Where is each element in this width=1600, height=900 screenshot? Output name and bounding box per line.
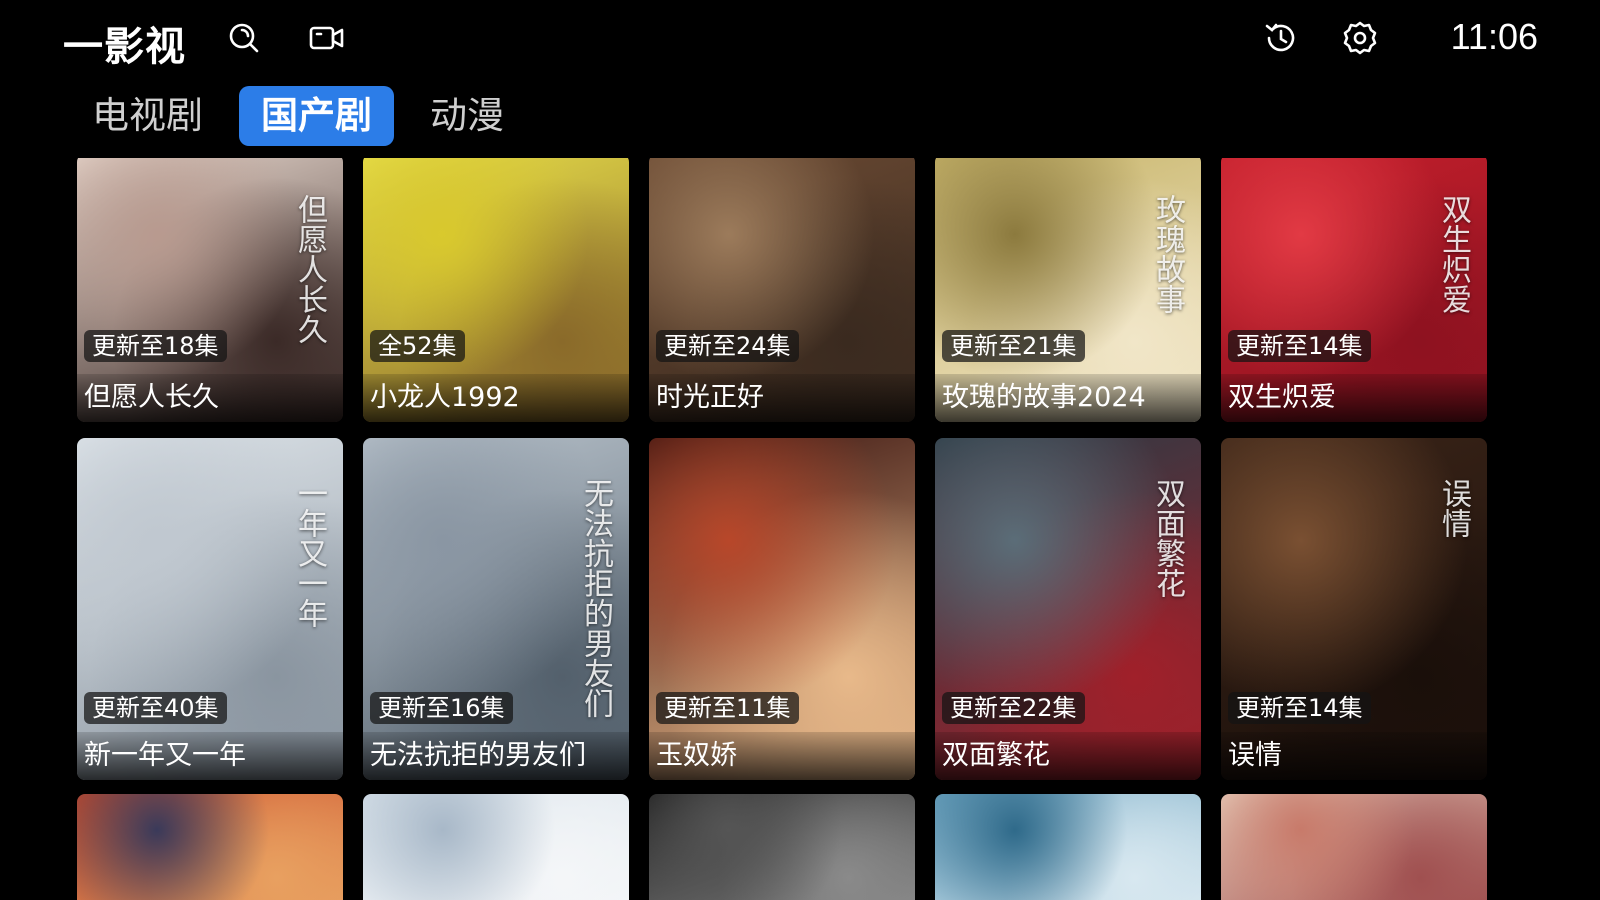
poster-title: 小龙人1992 [370, 382, 520, 413]
poster-image [363, 794, 629, 900]
episode-badge: 更新至40集 [84, 692, 227, 724]
episode-badge: 更新至16集 [370, 692, 513, 724]
poster-logo-text: 双生炽爱 [1436, 194, 1471, 314]
poster-title: 但愿人长久 [84, 382, 219, 413]
poster-image [1221, 794, 1487, 900]
poster-title: 无法抗拒的男友们 [370, 740, 586, 771]
poster-card[interactable]: 无法抗拒的男友们 更新至16集 无法抗拒的男友们 [363, 438, 629, 780]
poster-title: 双生炽爱 [1228, 382, 1336, 413]
poster-card[interactable]: 但愿人长久 更新至18集 但愿人长久 [77, 158, 343, 422]
poster-title: 玉奴娇 [656, 740, 737, 771]
episode-badge: 更新至21集 [942, 330, 1085, 362]
poster-image [77, 794, 343, 900]
poster-card[interactable] [363, 794, 629, 900]
episode-badge: 更新至11集 [656, 692, 799, 724]
poster-card[interactable]: 更新至11集 玉奴娇 [649, 438, 915, 780]
poster-card[interactable] [935, 794, 1201, 900]
poster-title: 双面繁花 [942, 740, 1050, 771]
episode-badge: 全52集 [370, 330, 465, 362]
poster-title: 玫瑰的故事2024 [942, 382, 1146, 413]
tab-tv-series[interactable]: 电视剧 [70, 86, 225, 146]
poster-card[interactable] [1221, 794, 1487, 900]
poster-image [649, 438, 915, 780]
episode-badge: 更新至14集 [1228, 692, 1371, 724]
poster-card[interactable]: 玫瑰故事更新至21集玫瑰的故事2024 [935, 158, 1201, 422]
poster-title: 误情 [1228, 740, 1282, 771]
poster-card[interactable]: 误情 更新至14集 误情 [1221, 438, 1487, 780]
search-icon[interactable] [224, 18, 264, 58]
poster-logo-text: 无法抗拒的男友们 [578, 478, 613, 718]
poster-logo-text: 双面繁花 [1150, 478, 1185, 598]
poster-card[interactable]: 更新至24集 时光正好 [649, 158, 915, 422]
settings-icon[interactable] [1340, 18, 1380, 58]
history-icon[interactable] [1261, 18, 1301, 58]
poster-card[interactable] [77, 794, 343, 900]
episode-badge: 更新至14集 [1228, 330, 1371, 362]
episode-badge: 更新至24集 [656, 330, 799, 362]
poster-card[interactable]: 双生炽爱 更新至14集 双生炽爱 [1221, 158, 1487, 422]
poster-card[interactable]: 一年又一年更新至40集 新一年又一年 [77, 438, 343, 780]
clock: 11:06 [1450, 16, 1538, 57]
poster-card[interactable]: 双面繁花 更新至22集 双面繁花 [935, 438, 1201, 780]
poster-logo-text: 但愿人长久 [292, 194, 327, 344]
poster-logo-text: 玫瑰故事 [1150, 194, 1185, 314]
tab-anime[interactable]: 动漫 [408, 86, 526, 146]
poster-logo-text: 一年又一年 [292, 478, 327, 628]
app-title: 一影视 [63, 24, 186, 70]
poster-title: 新一年又一年 [84, 740, 246, 771]
poster-logo-text: 误情 [1436, 478, 1471, 538]
poster-card[interactable]: 全52集小龙人1992 [363, 158, 629, 422]
poster-card[interactable] [649, 794, 915, 900]
poster-image [935, 794, 1201, 900]
poster-grid: 但愿人长久 更新至18集 但愿人长久 全52集 小龙人1992 更新至24集 时光正好 玫瑰故… [77, 158, 1517, 900]
episode-badge: 更新至18集 [84, 330, 227, 362]
episode-badge: 更新至22集 [942, 692, 1085, 724]
poster-image [649, 794, 915, 900]
top-bar: 一影视 11:06 [0, 0, 1600, 80]
poster-title: 时光正好 [656, 382, 764, 413]
video-camera-icon[interactable] [307, 18, 347, 58]
tab-domestic-drama[interactable]: 国产剧 [239, 86, 394, 146]
category-tabs: 电视剧 国产剧 动漫 [70, 86, 540, 148]
